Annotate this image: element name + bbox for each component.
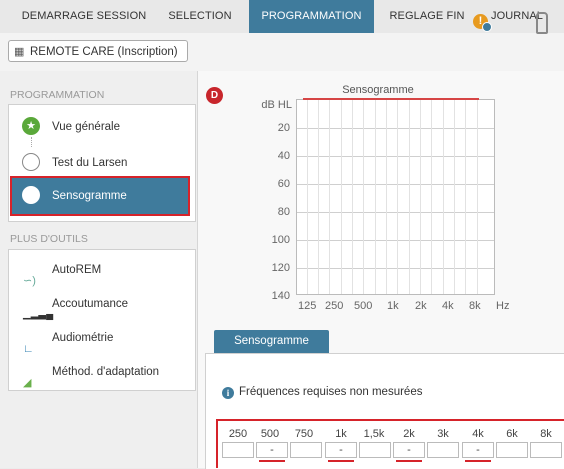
y-tick-label: 40 <box>277 150 290 162</box>
x-tick-label: 1k <box>387 300 399 312</box>
tab-programmation[interactable]: PROGRAMMATION <box>249 0 374 33</box>
frequency-value-cell[interactable]: - <box>393 442 425 462</box>
grid-line <box>397 100 398 294</box>
y-tick-label: 80 <box>277 206 290 218</box>
x-tick-label: 2k <box>415 300 427 312</box>
circle-icon <box>22 153 40 171</box>
tool-audiometrie[interactable]: ∟ Audiométrie <box>9 320 195 356</box>
programmation-section-title: PROGRAMMATION <box>10 89 105 101</box>
x-tick-label: 4k <box>442 300 454 312</box>
frequency-label: 1,5k <box>363 428 385 440</box>
tools-section-title: PLUS D'OUTILS <box>10 233 88 245</box>
info-icon: i <box>222 387 234 399</box>
frequency-value: - <box>476 444 480 456</box>
y-tick-label: 20 <box>277 122 290 134</box>
star-check-icon: ★ <box>22 117 40 135</box>
tool-accoutumance[interactable]: ▁▂▃▄ Accoutumance <box>9 286 195 322</box>
frequency-value-cell[interactable] <box>496 442 528 458</box>
frequency-value-cell[interactable] <box>359 442 391 458</box>
frequency-value: - <box>270 444 274 456</box>
x-tick-label: 125 <box>298 300 317 312</box>
grid-line <box>341 100 342 294</box>
frequency-value: - <box>339 444 343 456</box>
frequency-label: 4k <box>472 428 484 440</box>
grid-line <box>318 100 319 294</box>
frequency-label: 2k <box>403 428 415 440</box>
tab-reglage-fin[interactable]: REGLAGE FIN <box>382 0 472 33</box>
grid-line <box>352 100 353 294</box>
grid-line <box>375 100 376 294</box>
y-tick-label: 60 <box>277 178 290 190</box>
grid-line <box>443 100 444 294</box>
frequency-label: 1k <box>335 428 347 440</box>
frequency-value-cell[interactable] <box>427 442 459 458</box>
sensogram-chart[interactable] <box>296 99 495 295</box>
frequency-value-cell[interactable]: - <box>462 442 494 462</box>
x-axis-unit: Hz <box>496 300 510 312</box>
frequency-label: 3k <box>437 428 449 440</box>
chart-title: Sensogramme <box>342 84 414 96</box>
grid-line <box>431 100 432 294</box>
tool-label: Accoutumance <box>52 298 129 310</box>
remote-care-label: REMOTE CARE (Inscription) <box>30 46 178 58</box>
tools-panel: ∽) AutoREM ▁▂▃▄ Accoutumance ∟ Audiométr… <box>8 249 196 391</box>
frequency-value-cell[interactable]: - <box>256 442 288 462</box>
grid-line <box>454 100 455 294</box>
frequency-value-cell[interactable] <box>222 442 254 458</box>
x-tick-label: 500 <box>354 300 373 312</box>
required-marker <box>465 460 491 462</box>
tool-label: AutoREM <box>52 264 102 276</box>
toolbar: ▦ REMOTE CARE (Inscription) <box>0 33 564 72</box>
frequency-label: 750 <box>294 428 314 440</box>
sidebar-item-label: Vue générale <box>52 121 120 133</box>
frequency-label: 250 <box>228 428 248 440</box>
frequency-value-cell[interactable] <box>290 442 322 458</box>
sidebar-item-vue-generale[interactable]: ★ Vue générale <box>9 109 195 145</box>
x-tick-label: 8k <box>469 300 481 312</box>
hearing-aid-icon[interactable] <box>536 12 548 34</box>
y-tick-label: 140 <box>271 290 290 302</box>
warning-icon[interactable]: ! <box>473 14 492 32</box>
grid-line <box>420 100 421 294</box>
remote-care-button[interactable]: ▦ REMOTE CARE (Inscription) <box>8 40 188 62</box>
frequency-value-cell[interactable]: - <box>325 442 357 462</box>
tab-sensogramme[interactable]: Sensogramme <box>214 330 329 353</box>
tool-methode-adaptation[interactable]: ◢ Méthod. d'adaptation <box>9 354 195 390</box>
grid-line <box>409 100 410 294</box>
required-marker <box>396 460 422 462</box>
frequency-label: 8k <box>540 428 552 440</box>
required-marker <box>259 460 285 462</box>
grid-line <box>307 100 308 294</box>
y-tick-label: 120 <box>271 262 290 274</box>
side-badge: D <box>206 87 223 104</box>
info-text: Fréquences requises non mesurées <box>239 386 423 398</box>
grid-line <box>386 100 387 294</box>
frequency-value: - <box>407 444 411 456</box>
grid-line <box>465 100 466 294</box>
tool-autorem[interactable]: ∽) AutoREM <box>9 252 195 288</box>
tool-label: Audiométrie <box>52 332 114 344</box>
tab-demarrage-session[interactable]: DEMARRAGE SESSION <box>14 0 154 33</box>
required-marker <box>328 460 354 462</box>
frequency-label: 500 <box>260 428 280 440</box>
tab-selection[interactable]: SELECTION <box>160 0 240 33</box>
remote-care-icon: ▦ <box>14 46 25 58</box>
frequency-label: 6k <box>506 428 518 440</box>
y-tick-label: 100 <box>271 234 290 246</box>
fitting-icon: ◢ <box>23 377 32 389</box>
grid-line <box>363 100 364 294</box>
x-tick-label: 250 <box>325 300 344 312</box>
selection-highlight <box>10 176 190 216</box>
sensogram-series-line <box>303 98 479 100</box>
grid-line <box>477 100 478 294</box>
tool-label: Méthod. d'adaptation <box>52 366 160 378</box>
frequency-value-cell[interactable] <box>530 442 562 458</box>
info-message: i Fréquences requises non mesurées <box>222 386 422 399</box>
grid-line <box>329 100 330 294</box>
y-axis-label: dB HL <box>261 99 292 111</box>
